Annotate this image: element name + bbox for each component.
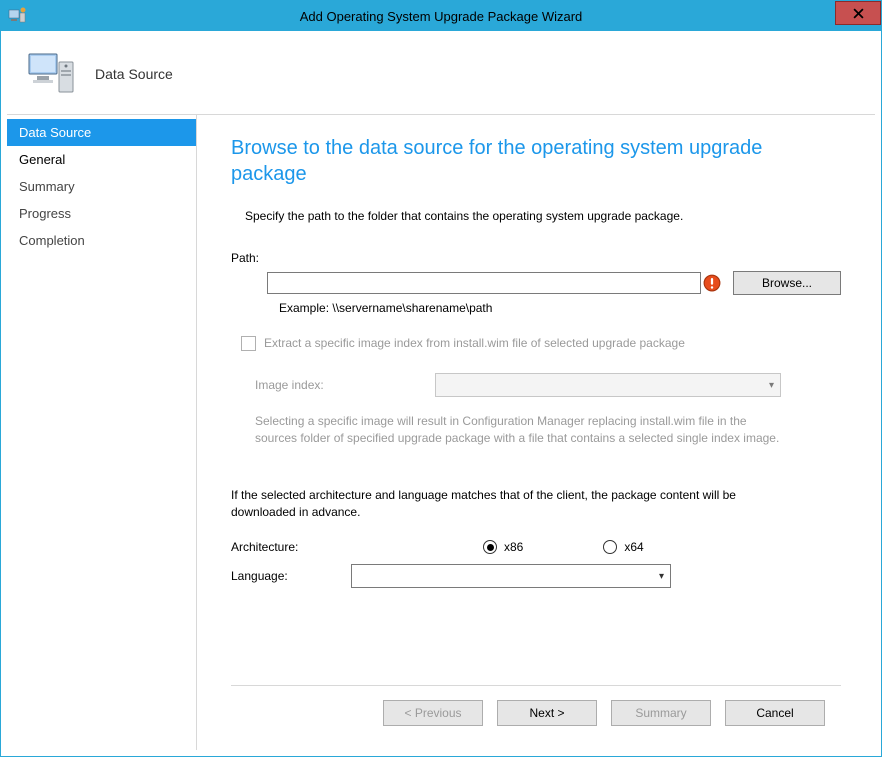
extract-checkbox-row: Extract a specific image index from inst… (241, 335, 781, 351)
language-select[interactable]: ▾ (351, 564, 671, 588)
header-icon (25, 48, 77, 100)
header-title: Data Source (95, 66, 173, 82)
image-index-select: ▾ (435, 373, 781, 397)
sidebar-step-completion[interactable]: Completion (7, 227, 196, 254)
architecture-radio-x86[interactable]: x86 (483, 540, 523, 554)
page-heading: Browse to the data source for the operat… (231, 135, 841, 187)
architecture-label: Architecture: (231, 540, 351, 554)
path-row: Browse... (267, 271, 841, 295)
image-index-help: Selecting a specific image will result i… (255, 413, 781, 447)
architecture-radio-x64[interactable]: x64 (603, 540, 643, 554)
path-example: Example: \\servername\sharename\path (279, 301, 841, 315)
sidebar-step-summary[interactable]: Summary (7, 173, 196, 200)
cancel-button[interactable]: Cancel (725, 700, 825, 726)
instruction-text: Specify the path to the folder that cont… (245, 209, 841, 223)
sidebar-step-general[interactable]: General (7, 146, 196, 173)
architecture-note: If the selected architecture and languag… (231, 487, 801, 521)
extract-checkbox-label: Extract a specific image index from inst… (264, 335, 685, 351)
wizard-content: Browse to the data source for the operat… (197, 115, 875, 750)
app-icon (7, 6, 27, 26)
error-icon (703, 274, 721, 292)
wizard-steps-sidebar: Data Source General Summary Progress Com… (7, 115, 197, 750)
wizard-window: Add Operating System Upgrade Package Wiz… (0, 0, 882, 757)
previous-button: < Previous (383, 700, 483, 726)
titlebar: Add Operating System Upgrade Package Wiz… (1, 1, 881, 31)
radio-x64-label: x64 (624, 540, 643, 554)
architecture-radio-group: x86 x64 (483, 540, 644, 554)
extract-checkbox[interactable] (241, 336, 256, 351)
language-label: Language: (231, 569, 351, 583)
chevron-down-icon: ▾ (659, 571, 664, 582)
radio-x86-label: x86 (504, 540, 523, 554)
wizard-header: Data Source (7, 33, 875, 115)
summary-button: Summary (611, 700, 711, 726)
chevron-down-icon: ▾ (769, 380, 774, 391)
wizard-body: Data Source General Summary Progress Com… (7, 115, 875, 750)
architecture-row: Architecture: x86 x64 (231, 540, 841, 554)
image-index-row: Image index: ▾ (255, 373, 781, 397)
path-input[interactable] (267, 272, 701, 294)
wizard-footer: < Previous Next > Summary Cancel (231, 685, 841, 740)
window-title: Add Operating System Upgrade Package Wiz… (1, 9, 881, 24)
sidebar-step-progress[interactable]: Progress (7, 200, 196, 227)
sidebar-step-data-source[interactable]: Data Source (7, 119, 196, 146)
path-label: Path: (231, 251, 841, 265)
browse-button[interactable]: Browse... (733, 271, 841, 295)
next-button[interactable]: Next > (497, 700, 597, 726)
close-button[interactable] (835, 1, 881, 25)
image-index-label: Image index: (255, 378, 435, 392)
language-row: Language: ▾ (231, 564, 841, 588)
